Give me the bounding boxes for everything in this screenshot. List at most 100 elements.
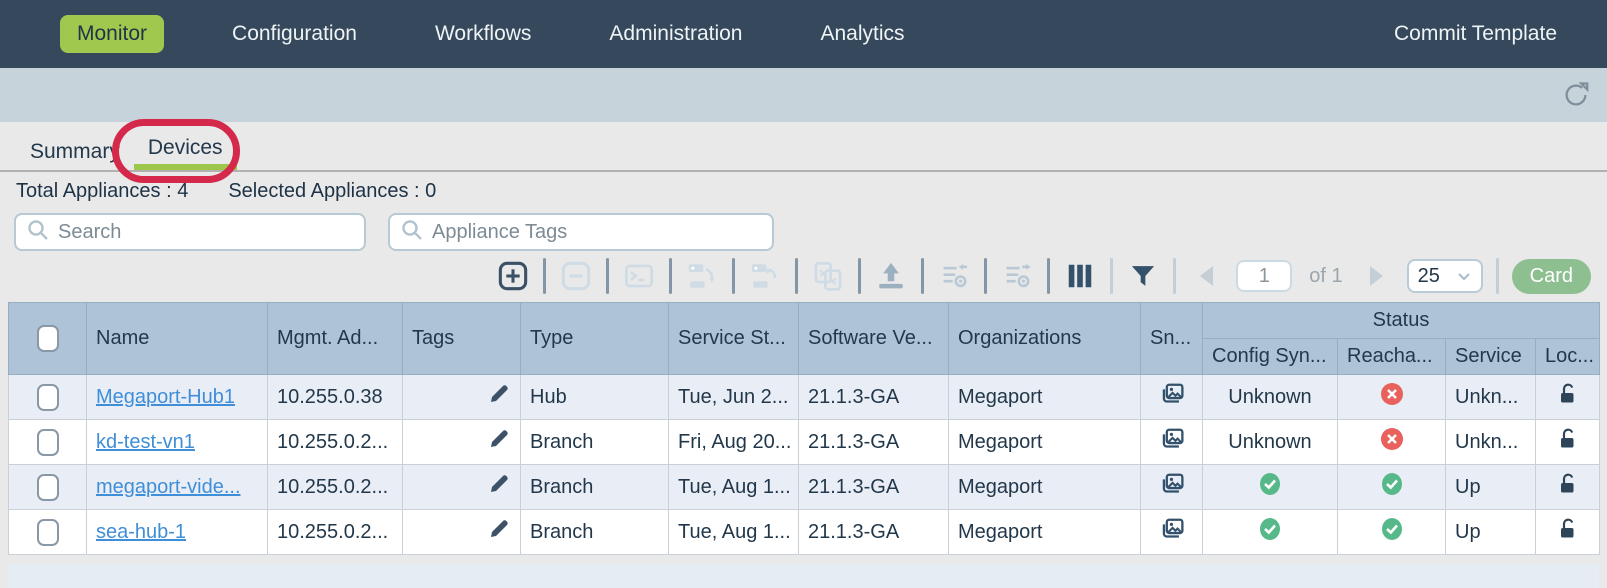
tabs-bar: Summary Devices	[0, 122, 1607, 172]
unlocked-icon[interactable]	[1555, 381, 1581, 413]
unlocked-icon[interactable]	[1555, 471, 1581, 503]
column-header-software-version[interactable]: Software Ve...	[799, 303, 949, 375]
row-checkbox[interactable]	[37, 384, 59, 411]
filter-icon[interactable]	[1126, 259, 1160, 293]
software-version-cell: 21.1.3-GA	[799, 465, 949, 510]
config-sync-cell: Unknown	[1203, 420, 1338, 465]
column-header-organizations[interactable]: Organizations	[949, 303, 1141, 375]
row-checkbox[interactable]	[37, 519, 59, 546]
service-status-cell: Tue, Jun 2...	[669, 375, 799, 420]
unlocked-icon[interactable]	[1555, 426, 1581, 458]
nav-item-monitor[interactable]: Monitor	[60, 15, 164, 53]
edit-tags-icon[interactable]	[487, 382, 511, 412]
column-header-name[interactable]: Name	[87, 303, 268, 375]
tab-summary[interactable]: Summary	[16, 130, 134, 170]
config-sync-cell: Unknown	[1203, 375, 1338, 420]
total-appliances-label: Total Appliances : 4	[16, 180, 188, 203]
appliances-table: Name Mgmt. Ad... Tags Type Service St...…	[8, 302, 1599, 555]
search-icon	[26, 218, 50, 247]
column-header-reachability[interactable]: Reacha...	[1338, 339, 1446, 375]
column-header-snapshot[interactable]: Sn...	[1141, 303, 1203, 375]
add-appliance-icon[interactable]	[496, 259, 530, 293]
column-header-service-status[interactable]: Service St...	[669, 303, 799, 375]
chevron-down-icon	[1456, 268, 1472, 284]
appliance-name-link[interactable]: sea-hub-1	[96, 521, 186, 543]
device-redeploy-icon	[685, 259, 719, 293]
commit-template-button[interactable]: Commit Template	[1394, 22, 1557, 46]
device-restore-icon	[748, 259, 782, 293]
select-all-checkbox[interactable]	[37, 325, 59, 352]
organization-cell: Megaport	[949, 510, 1141, 555]
service-status-cell: Tue, Aug 1...	[669, 465, 799, 510]
service-cell: Unkn...	[1446, 420, 1536, 465]
service-cell: Up	[1446, 510, 1536, 555]
table-toolbar: of 1 25 Card	[0, 256, 1607, 302]
appliance-counts: Total Appliances : 4 Selected Appliances…	[0, 172, 1607, 210]
import-template-icon	[937, 259, 971, 293]
snapshot-icon[interactable]	[1157, 514, 1187, 550]
column-header-service[interactable]: Service	[1446, 339, 1536, 375]
organization-cell: Megaport	[949, 420, 1141, 465]
appliance-name-link[interactable]: kd-test-vn1	[96, 431, 195, 453]
type-cell: Hub	[521, 375, 669, 420]
page-size-select[interactable]: 25	[1407, 259, 1483, 293]
upload-icon	[874, 259, 908, 293]
previous-page-icon	[1189, 259, 1223, 293]
column-header-config-sync[interactable]: Config Syn...	[1203, 339, 1338, 375]
unreachable-icon	[1379, 381, 1405, 413]
software-version-cell: 21.1.3-GA	[799, 420, 949, 465]
column-header-lock[interactable]: Loc...	[1536, 339, 1600, 375]
appliance-name-link[interactable]: megaport-vide...	[96, 476, 241, 498]
reachable-icon	[1379, 471, 1405, 503]
column-header-tags[interactable]: Tags	[403, 303, 521, 375]
page-number-input[interactable]	[1236, 260, 1292, 292]
organization-cell: Megaport	[949, 465, 1141, 510]
copy-config-icon	[811, 259, 845, 293]
snapshot-icon[interactable]	[1157, 379, 1187, 415]
edit-tags-icon[interactable]	[487, 472, 511, 502]
columns-icon[interactable]	[1063, 259, 1097, 293]
search-icon	[400, 218, 424, 247]
selected-appliances-label: Selected Appliances : 0	[228, 180, 436, 203]
top-navbar: Monitor Configuration Workflows Administ…	[0, 0, 1607, 68]
nav-item-analytics[interactable]: Analytics	[810, 14, 914, 54]
snapshot-icon[interactable]	[1157, 424, 1187, 460]
organization-cell: Megaport	[949, 375, 1141, 420]
mgmt-address-cell: 10.255.0.2...	[268, 420, 403, 465]
service-status-cell: Fri, Aug 20...	[669, 420, 799, 465]
table-row: Megaport-Hub1 10.255.0.38 Hub Tue, Jun 2…	[9, 375, 1600, 420]
terminal-icon	[622, 259, 656, 293]
nav-item-workflows[interactable]: Workflows	[425, 14, 541, 54]
page-size-value: 25	[1418, 265, 1440, 288]
reachable-icon	[1379, 516, 1405, 548]
type-cell: Branch	[521, 510, 669, 555]
row-checkbox[interactable]	[37, 474, 59, 501]
mgmt-address-cell: 10.255.0.2...	[268, 510, 403, 555]
table-row: kd-test-vn1 10.255.0.2... Branch Fri, Au…	[9, 420, 1600, 465]
in-sync-icon	[1257, 516, 1283, 548]
search-input[interactable]	[58, 221, 354, 244]
unlocked-icon[interactable]	[1555, 516, 1581, 548]
appliance-tags-input[interactable]	[432, 221, 762, 244]
column-group-status: Status	[1203, 303, 1600, 339]
table-row: sea-hub-1 10.255.0.2... Branch Tue, Aug …	[9, 510, 1600, 555]
tab-devices[interactable]: Devices	[134, 126, 237, 170]
snapshot-icon[interactable]	[1157, 469, 1187, 505]
export-template-icon	[1000, 259, 1034, 293]
edit-tags-icon[interactable]	[487, 517, 511, 547]
appliance-tags-box[interactable]	[388, 213, 774, 251]
nav-item-administration[interactable]: Administration	[599, 14, 752, 54]
appliance-name-link[interactable]: Megaport-Hub1	[96, 386, 235, 408]
service-status-cell: Tue, Aug 1...	[669, 510, 799, 555]
search-box[interactable]	[14, 213, 366, 251]
nav-item-configuration[interactable]: Configuration	[222, 14, 367, 54]
refresh-icon[interactable]	[1561, 80, 1591, 110]
table-footer-strip	[8, 564, 1599, 588]
card-view-button[interactable]: Card	[1512, 259, 1591, 294]
column-header-type[interactable]: Type	[521, 303, 669, 375]
column-header-mgmt-address[interactable]: Mgmt. Ad...	[268, 303, 403, 375]
edit-tags-icon[interactable]	[487, 427, 511, 457]
type-cell: Branch	[521, 465, 669, 510]
software-version-cell: 21.1.3-GA	[799, 375, 949, 420]
row-checkbox[interactable]	[37, 429, 59, 456]
